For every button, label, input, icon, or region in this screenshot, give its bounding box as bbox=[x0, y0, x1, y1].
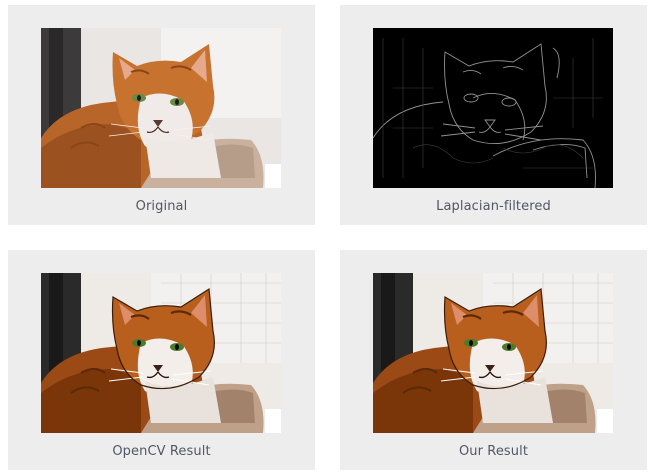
our-result-cat-image bbox=[373, 273, 613, 433]
panel-caption: Original bbox=[135, 199, 188, 214]
opencv-result-cat-image bbox=[41, 273, 281, 433]
image-comparison-grid: Original Laplacian-filtered OpenCV Resul… bbox=[0, 0, 654, 476]
panel-our-result: Our Result bbox=[340, 250, 647, 470]
panel-original: Original bbox=[8, 5, 315, 225]
original-cat-image bbox=[41, 28, 281, 188]
panel-caption: Our Result bbox=[458, 444, 529, 459]
laplacian-cat-image bbox=[373, 28, 613, 188]
panel-caption: OpenCV Result bbox=[112, 444, 211, 459]
panel-laplacian: Laplacian-filtered bbox=[340, 5, 647, 225]
panel-opencv-result: OpenCV Result bbox=[8, 250, 315, 470]
panel-caption: Laplacian-filtered bbox=[436, 199, 551, 214]
